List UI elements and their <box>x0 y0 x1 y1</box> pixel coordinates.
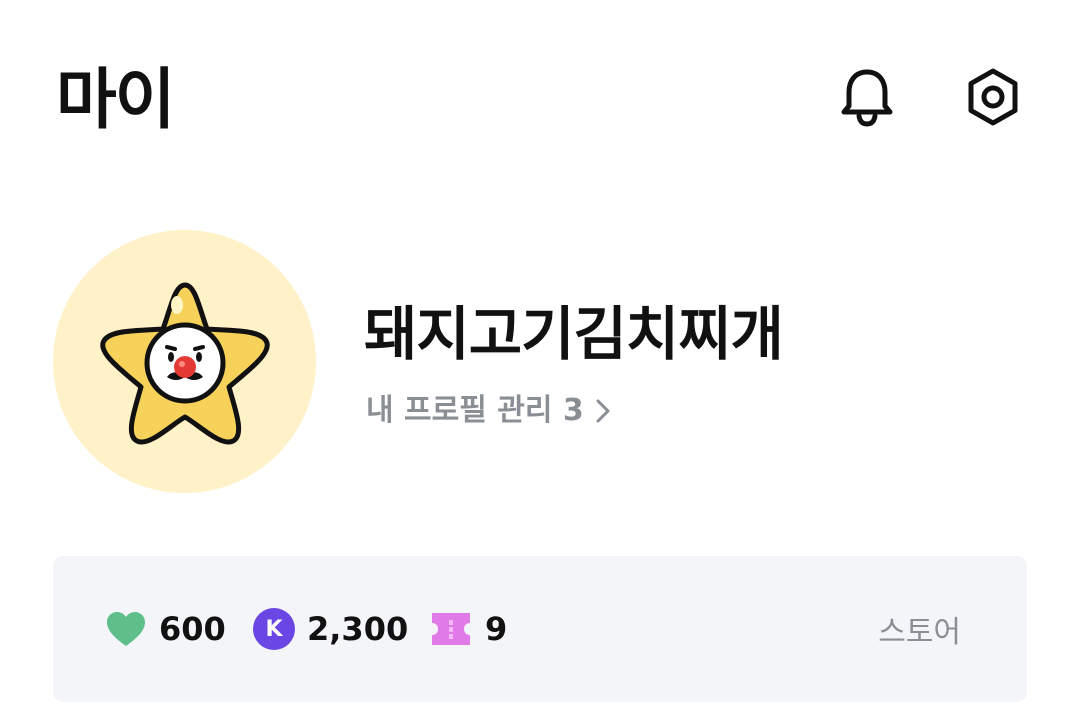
settings-icon <box>968 68 1018 126</box>
hearts-value: 600 <box>159 610 226 648</box>
manage-profile-label: 내 프로필 관리 3 <box>366 393 584 428</box>
wallet-card: 600 K 2,300 9 스토어 <box>53 556 1027 702</box>
ticket-value: 9 <box>485 610 508 648</box>
heart-icon <box>107 612 145 646</box>
chevron-right-icon <box>594 397 612 425</box>
page-title: 마이 <box>56 61 175 138</box>
kcoin-balance[interactable]: K 2,300 <box>253 556 408 702</box>
bell-icon <box>841 69 893 127</box>
my-page: 마이 돼지고기김치찌개 내 프로필 관리 3 600 K 2,300 9 스토어 <box>0 0 1076 707</box>
store-link[interactable]: 스토어 <box>878 556 961 702</box>
kcoin-value: 2,300 <box>307 610 409 648</box>
star-mascot-icon <box>99 282 270 444</box>
notification-button[interactable] <box>832 62 902 132</box>
ticket-balance[interactable]: 9 <box>429 556 507 702</box>
settings-button[interactable] <box>958 62 1028 132</box>
avatar[interactable] <box>53 230 316 493</box>
k-coin-icon: K <box>253 608 295 650</box>
nickname: 돼지고기김치찌개 <box>364 300 784 368</box>
manage-profile-link[interactable]: 내 프로필 관리 3 <box>366 390 612 432</box>
ticket-icon <box>432 613 470 645</box>
hearts-balance[interactable]: 600 <box>105 556 226 702</box>
